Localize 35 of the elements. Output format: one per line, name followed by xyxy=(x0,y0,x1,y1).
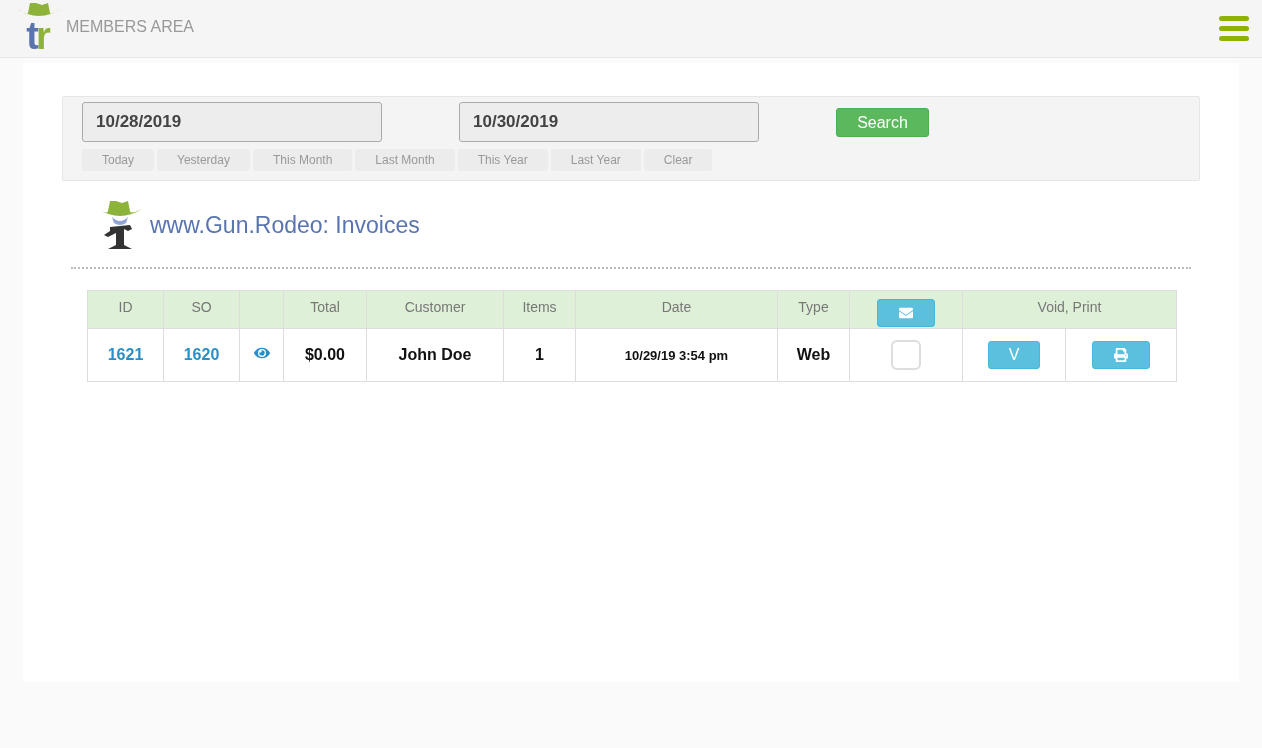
date-preset-button[interactable]: Last Month xyxy=(355,149,455,171)
column-header: ID xyxy=(87,290,164,329)
to-date-field[interactable]: 10/30/2019 xyxy=(459,102,759,142)
date-preset-button[interactable]: Clear xyxy=(643,149,713,171)
table-cell: Web xyxy=(777,328,850,382)
logo-text: tr xyxy=(26,15,50,56)
row-checkbox[interactable] xyxy=(891,340,921,370)
table-cell: $0.00 xyxy=(283,328,367,382)
date-preset-button[interactable]: Today xyxy=(82,149,155,171)
page-title: www.Gun.Rodeo: Invoices xyxy=(150,211,420,239)
table-cell: 10/29/19 3:54 pm xyxy=(575,328,778,382)
column-header: Items xyxy=(503,290,576,329)
so-link[interactable]: 1620 xyxy=(163,328,240,382)
column-header: Customer xyxy=(366,290,504,329)
email-button[interactable] xyxy=(877,299,935,327)
column-header: Type xyxy=(777,290,850,329)
table-cell: John Doe xyxy=(366,328,504,382)
eye-icon[interactable] xyxy=(253,345,270,361)
from-date-field[interactable]: 10/28/2019 xyxy=(82,102,382,142)
envelope-icon xyxy=(899,306,913,320)
date-preset-button[interactable]: Yesterday xyxy=(157,149,250,171)
search-button[interactable]: Search xyxy=(836,107,929,137)
date-preset-button[interactable]: This Year xyxy=(457,149,548,171)
printer-icon xyxy=(1114,348,1128,362)
column-header: Date xyxy=(575,290,778,329)
column-header: Total xyxy=(283,290,367,329)
members-area-title: MEMBERS AREA xyxy=(66,17,195,36)
void-button[interactable]: V xyxy=(988,341,1040,369)
invoice-id-link[interactable]: 1621 xyxy=(87,328,164,382)
date-preset-button[interactable]: Last Year xyxy=(550,149,641,171)
print-button[interactable] xyxy=(1092,341,1150,369)
table-cell: 1 xyxy=(503,328,576,382)
date-preset-button[interactable]: This Month xyxy=(252,149,353,171)
column-header: Void, Print xyxy=(962,290,1177,329)
column-header: SO xyxy=(163,290,240,329)
